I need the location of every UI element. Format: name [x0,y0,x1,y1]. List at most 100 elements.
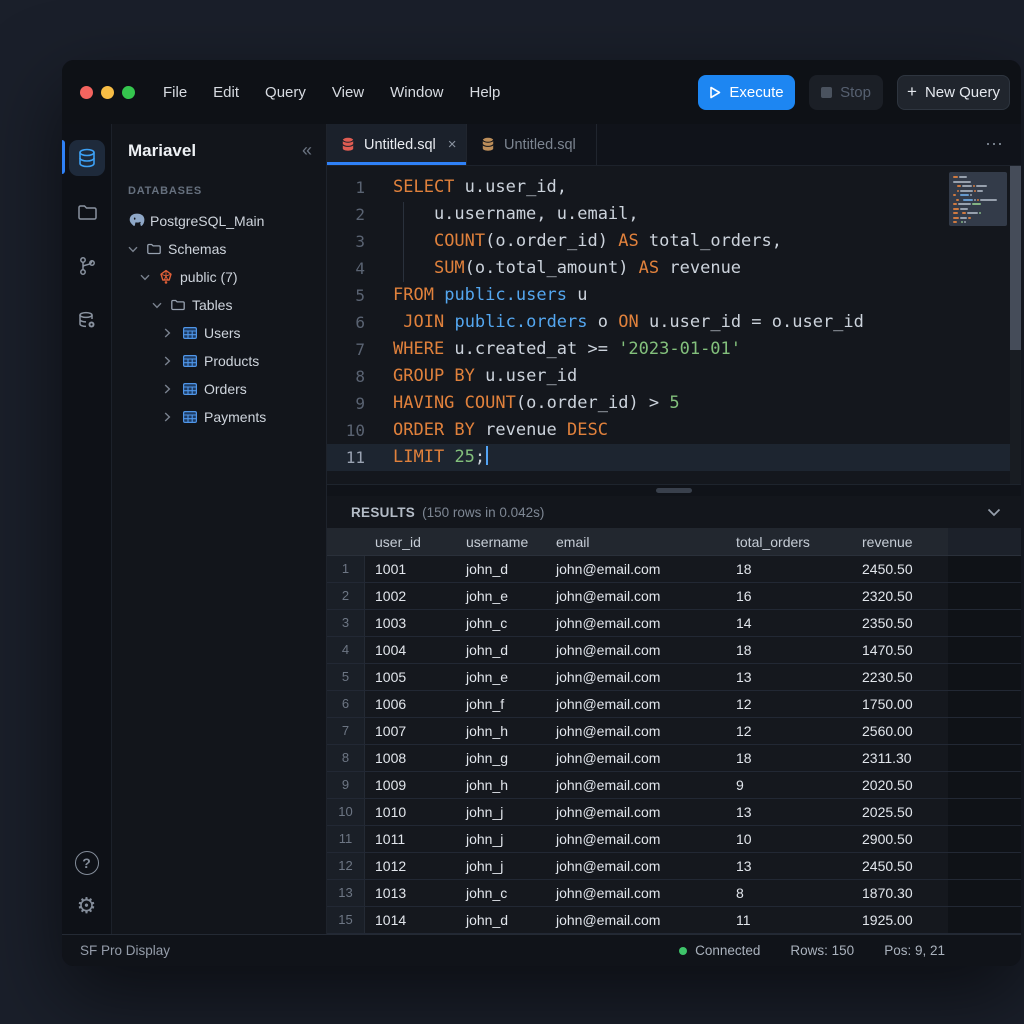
tab-untitled-sql-1[interactable]: Untitled.sql × [327,124,467,165]
cell[interactable]: 1011 [365,826,456,852]
cell[interactable]: john@email.com [546,691,726,717]
cell[interactable]: 1002 [365,583,456,609]
cell[interactable]: 2230.50 [852,664,948,690]
column-header-total_orders[interactable]: total_orders [726,528,852,555]
help-button[interactable]: ? [75,851,99,875]
tree-item-users[interactable]: Users [112,319,326,347]
stop-button[interactable]: Stop [809,75,883,110]
cell[interactable]: john@email.com [546,718,726,744]
cell[interactable]: john@email.com [546,826,726,852]
zoom-window-button[interactable] [122,86,135,99]
new-query-button[interactable]: + New Query [897,75,1010,110]
cell[interactable]: john@email.com [546,799,726,825]
cell[interactable]: john_j [456,853,546,879]
cell[interactable]: 1008 [365,745,456,771]
tab-overflow-icon[interactable]: ⋯ [985,124,1005,165]
sql-editor[interactable]: 1SELECT u.user_id,2 u.username, u.email,… [327,166,1021,484]
table-row[interactable]: 81008john_gjohn@email.com182311.30 [327,745,1021,772]
splitter-handle[interactable] [656,488,692,493]
table-row[interactable]: 111011john_jjohn@email.com102900.50 [327,826,1021,853]
cell[interactable]: 10 [726,826,852,852]
chevron-right-icon[interactable] [164,328,182,338]
cell[interactable]: 12 [726,691,852,717]
tree-item-postgresql-main[interactable]: PostgreSQL_Main [112,207,326,235]
cell[interactable]: 2320.50 [852,583,948,609]
cell[interactable]: john@email.com [546,637,726,663]
column-header-username[interactable]: username [456,528,546,555]
cell[interactable]: john@email.com [546,772,726,798]
cell[interactable]: 1870.30 [852,880,948,906]
cell[interactable]: 1014 [365,907,456,933]
cell[interactable]: john_d [456,907,546,933]
column-header-email[interactable]: email [546,528,726,555]
cell[interactable]: john@email.com [546,583,726,609]
cell[interactable]: john@email.com [546,907,726,933]
cell[interactable]: 14 [726,610,852,636]
cell[interactable]: john_c [456,880,546,906]
tree-item-tables[interactable]: Tables [112,291,326,319]
cell[interactable]: 2311.30 [852,745,948,771]
minimap[interactable] [949,172,1007,226]
cell[interactable]: 2900.50 [852,826,948,852]
cell[interactable]: 2350.50 [852,610,948,636]
table-row[interactable]: 101010john_jjohn@email.com132025.50 [327,799,1021,826]
cell[interactable]: 1470.50 [852,637,948,663]
cell[interactable]: john@email.com [546,880,726,906]
tree-item-public-7-[interactable]: public (7) [112,263,326,291]
cell[interactable]: 13 [726,853,852,879]
cell[interactable]: 18 [726,556,852,582]
menu-query[interactable]: Query [265,84,306,101]
code-line-6[interactable]: 6 JOIN public.orders o ON u.user_id = o.… [327,309,1021,336]
table-row[interactable]: 71007john_hjohn@email.com122560.00 [327,718,1021,745]
cell[interactable]: john_g [456,745,546,771]
cell[interactable]: 1009 [365,772,456,798]
cell[interactable]: 13 [726,664,852,690]
cell[interactable]: 1005 [365,664,456,690]
table-row[interactable]: 41004john_djohn@email.com181470.50 [327,637,1021,664]
code-line-11[interactable]: 11LIMIT 25; [327,444,1021,471]
code-line-7[interactable]: 7WHERE u.created_at >= '2023-01-01' [327,336,1021,363]
rail-databases-button[interactable] [69,140,105,176]
cell[interactable]: john_h [456,718,546,744]
cell[interactable]: 13 [726,799,852,825]
cell[interactable]: john@email.com [546,853,726,879]
menu-edit[interactable]: Edit [213,84,239,101]
table-row[interactable]: 121012john_jjohn@email.com132450.50 [327,853,1021,880]
code-line-10[interactable]: 10ORDER BY revenue DESC [327,417,1021,444]
cell[interactable]: john@email.com [546,664,726,690]
cell[interactable]: 1012 [365,853,456,879]
table-row[interactable]: 51005john_ejohn@email.com132230.50 [327,664,1021,691]
tree-item-payments[interactable]: Payments [112,403,326,431]
cell[interactable]: 11 [726,907,852,933]
collapse-sidebar-icon[interactable]: « [302,140,310,161]
editor-scrollbar[interactable] [1010,166,1021,484]
cell[interactable]: 16 [726,583,852,609]
rail-branches-button[interactable] [69,248,105,284]
cell[interactable]: 8 [726,880,852,906]
minimize-window-button[interactable] [101,86,114,99]
cell[interactable]: 2450.50 [852,556,948,582]
code-line-4[interactable]: 4 SUM(o.total_amount) AS revenue [327,255,1021,282]
cell[interactable]: 1001 [365,556,456,582]
tab-untitled-sql-2[interactable]: Untitled.sql [467,124,597,165]
cell[interactable]: 9 [726,772,852,798]
table-row[interactable]: 91009john_hjohn@email.com92020.50 [327,772,1021,799]
cell[interactable]: 2020.50 [852,772,948,798]
collapse-results-button[interactable] [987,508,1001,517]
cell[interactable]: 1006 [365,691,456,717]
cell[interactable]: 1004 [365,637,456,663]
menu-file[interactable]: File [163,84,187,101]
tree-item-schemas[interactable]: Schemas [112,235,326,263]
cell[interactable]: john_h [456,772,546,798]
table-row[interactable]: 11001john_djohn@email.com182450.50 [327,556,1021,583]
code-line-2[interactable]: 2 u.username, u.email, [327,201,1021,228]
cell[interactable]: 1007 [365,718,456,744]
tree-item-products[interactable]: Products [112,347,326,375]
cell[interactable]: 1010 [365,799,456,825]
cell[interactable]: 1750.00 [852,691,948,717]
rail-files-button[interactable] [69,194,105,230]
settings-button[interactable]: ⚙ [77,895,97,918]
cell[interactable]: 12 [726,718,852,744]
cell[interactable]: 2450.50 [852,853,948,879]
chevron-right-icon[interactable] [164,356,182,366]
